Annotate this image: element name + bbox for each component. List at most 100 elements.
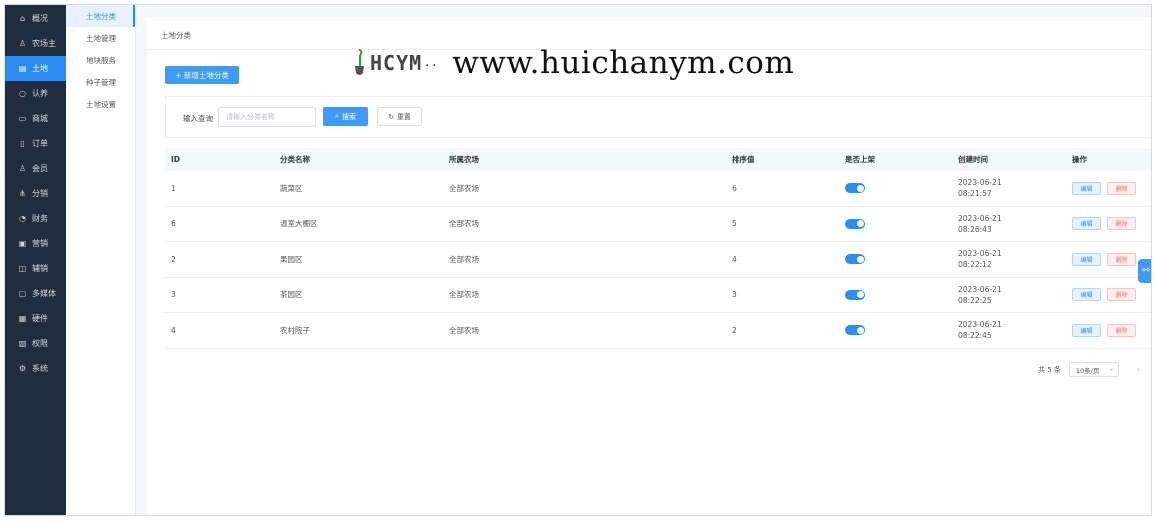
cell-shelf — [845, 325, 958, 336]
prev-page-button[interactable]: ‹ — [1137, 365, 1140, 374]
sidebar-item-label: 硬件 — [32, 314, 48, 323]
sidebar-item-land[interactable]: ▤ 土地 — [5, 56, 66, 81]
plus-icon: + — [175, 70, 184, 80]
finance-icon: ◔ — [19, 214, 26, 223]
distribution-icon: ⋔ — [19, 189, 26, 198]
hardware-icon: ▦ — [18, 314, 27, 323]
edit-button[interactable]: 编辑 — [1072, 252, 1101, 266]
edit-button[interactable]: 编辑 — [1072, 181, 1101, 195]
cell-farm: 全部农场 — [449, 219, 479, 229]
search-button-label: 搜索 — [341, 112, 356, 121]
refresh-icon: ↻ — [388, 112, 394, 121]
cell-farm: 全部农场 — [449, 290, 479, 300]
sidebar-item-label: 农场主 — [32, 39, 56, 48]
sidebar-item-label: 分销 — [32, 189, 48, 198]
sidebar-item-label: 系统 — [32, 364, 48, 373]
edit-button[interactable]: 编辑 — [1072, 217, 1101, 231]
submenu-item-land-category[interactable]: 土地分类 — [66, 5, 135, 27]
sidebar-item-finance[interactable]: ◔ 财务 — [5, 206, 66, 231]
on-shelf-toggle[interactable] — [845, 325, 865, 336]
on-shelf-toggle[interactable] — [845, 289, 865, 300]
search-button[interactable]: ⌕ 搜索 — [323, 107, 368, 126]
sidebar-item-label: 权限 — [32, 339, 48, 348]
shovel-icon — [355, 49, 364, 75]
page-size-value: 10条/页 — [1075, 366, 1100, 375]
sidebar-item-distribution[interactable]: ⋔ 分销 — [5, 181, 66, 206]
sidebar-item-label: 辅销 — [32, 264, 48, 273]
header-sort: 排序值 — [732, 155, 755, 164]
cell-farm: 全部农场 — [449, 325, 479, 335]
delete-button[interactable]: 删除 — [1107, 288, 1136, 302]
sidebar-item-members[interactable]: ♙ 会员 — [5, 156, 66, 181]
sidebar-item-overview[interactable]: ⌂ 概况 — [5, 6, 66, 31]
member-icon: ♙ — [18, 164, 27, 173]
cell-sort: 2 — [732, 325, 737, 335]
cell-ops: 编辑 删除 — [1072, 323, 1151, 337]
permission-icon: ▧ — [18, 339, 27, 348]
cell-ops: 编辑 删除 — [1072, 217, 1151, 231]
created-date: 2023-06-21 — [958, 213, 1002, 223]
sidebar-item-label: 订单 — [32, 139, 48, 148]
delete-button[interactable]: 删除 — [1107, 181, 1136, 195]
gear-icon: ⚙ — [18, 364, 27, 373]
sidebar-item-farmer[interactable]: ♙ 农场主 — [5, 31, 66, 56]
reset-button[interactable]: ↻ 重置 — [377, 107, 422, 126]
cell-sort: 3 — [732, 290, 737, 300]
filter-panel: 输入查询 ⌕搜索 ↻重置 — [165, 96, 1151, 138]
on-shelf-toggle[interactable] — [845, 218, 865, 229]
cell-time: 2023-06-21 08:26:43 — [958, 213, 1072, 235]
submenu-item-land-manage[interactable]: 土地管理 — [66, 27, 135, 49]
delete-button[interactable]: 删除 — [1107, 217, 1136, 231]
created-clock: 08:26:43 — [958, 224, 992, 234]
submenu-item-seed-manage[interactable]: 种子管理 — [66, 71, 135, 93]
media-icon: ▢ — [18, 289, 27, 298]
table-row: 1 蔬菜区 全部农场 6 2023-06-21 08:21:57 编辑 删除 — [165, 171, 1151, 207]
created-date: 2023-06-21 — [958, 320, 1002, 330]
cell-ops: 编辑 删除 — [1072, 181, 1151, 195]
cell-name: 蔬菜区 — [280, 183, 303, 193]
submenu-item-land-settings[interactable]: 土地设置 — [66, 93, 135, 115]
link-icon: ⚯ — [1142, 266, 1150, 276]
watermark-url: www.huichanym.com — [452, 45, 795, 81]
floating-link-button[interactable]: ⚯ — [1138, 259, 1151, 283]
pagination-total: 共 5 条 — [1038, 365, 1061, 374]
sidebar-item-shop[interactable]: ▭ 商城 — [5, 106, 66, 131]
sidebar-item-adopt[interactable]: ○ 认养 — [5, 81, 66, 106]
sidebar-item-orders[interactable]: ▯ 订单 — [5, 131, 66, 156]
assist-sales-icon: ◫ — [18, 264, 27, 273]
filter-label: 输入查询 — [183, 114, 213, 123]
delete-button[interactable]: 删除 — [1107, 252, 1136, 266]
sidebar-item-hardware[interactable]: ▦ 硬件 — [5, 306, 66, 331]
sidebar-item-marketing[interactable]: ▣ 营销 — [5, 231, 66, 256]
watermark-logo-text: HCYM — [370, 51, 423, 75]
table-row: 2 果园区 全部农场 4 2023-06-21 08:22:12 编辑 删除 — [165, 242, 1151, 278]
sidebar-item-permission[interactable]: ▧ 权限 — [5, 331, 66, 356]
on-shelf-toggle[interactable] — [845, 254, 865, 265]
search-icon: ⌕ — [335, 112, 339, 120]
submenu-item-plot-service[interactable]: 地块服务 — [66, 49, 135, 71]
chevron-down-icon: ⌄ — [1108, 365, 1114, 372]
add-land-category-button[interactable]: + 新增土地分类 — [165, 66, 239, 84]
header-shelf: 是否上架 — [845, 155, 875, 164]
cell-shelf — [845, 254, 958, 265]
header-id: ID — [171, 155, 181, 164]
category-name-search-input[interactable] — [218, 107, 316, 127]
table-row: 6 温室大棚区 全部农场 5 2023-06-21 08:26:43 编辑 删除 — [165, 207, 1151, 242]
edit-button[interactable]: 编辑 — [1072, 323, 1101, 337]
sidebar-item-label: 多媒体 — [32, 289, 56, 298]
page-size-select[interactable]: 10条/页 ⌄ — [1068, 362, 1119, 377]
sidebar-item-system[interactable]: ⚙ 系统 — [5, 356, 66, 381]
order-icon: ▯ — [20, 139, 25, 148]
cell-id: 3 — [171, 290, 176, 300]
home-icon: ⌂ — [19, 14, 26, 23]
cell-sort: 5 — [732, 219, 737, 229]
watermark-logo: HCYM .. — [352, 49, 438, 77]
sidebar-item-assist-sales[interactable]: ◫ 辅销 — [5, 256, 66, 281]
cell-name: 茶园区 — [280, 290, 303, 300]
delete-button[interactable]: 删除 — [1107, 323, 1136, 337]
sidebar-item-media[interactable]: ▢ 多媒体 — [5, 281, 66, 306]
created-clock: 08:21:57 — [958, 189, 992, 199]
on-shelf-toggle[interactable] — [845, 183, 865, 194]
edit-button[interactable]: 编辑 — [1072, 288, 1101, 302]
table-header: ID 分类名称 所属农场 排序值 是否上架 创建时间 操作 — [165, 148, 1151, 171]
